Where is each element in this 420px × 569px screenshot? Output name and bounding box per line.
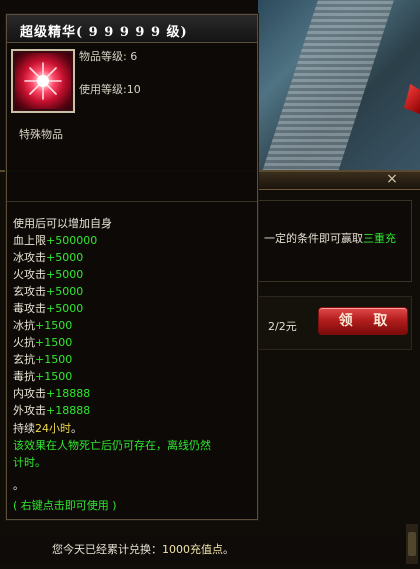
reward-quantity: 2/2元 <box>268 320 297 333</box>
stat-label: 毒攻击 <box>13 302 46 315</box>
use-level: 使用等级:10 <box>79 83 141 96</box>
effect-intro: 使用后可以增加自身 <box>13 217 112 230</box>
reward-description-text: 一定的条件即可赢取 <box>264 232 363 245</box>
tooltip-title-bar: 超级精华( 9 9 9 9 9 级) <box>7 15 257 43</box>
stat-row: 火抗+1500 <box>13 334 72 351</box>
stat-value: +18888 <box>46 387 91 400</box>
stat-label: 玄抗 <box>13 353 35 366</box>
persist-note-line-2: 计时。 <box>13 456 46 469</box>
stat-label: 冰抗 <box>13 319 35 332</box>
scrollbar-thumb[interactable] <box>408 532 416 556</box>
stat-row: 内攻击+18888 <box>13 385 90 402</box>
stat-value: +1500 <box>35 319 73 332</box>
separator-dot: 。 <box>13 479 24 492</box>
close-icon[interactable]: × <box>385 172 399 186</box>
exchange-total-prefix: 您今天已经累计兑换： <box>52 543 162 556</box>
duration-suffix: 。 <box>71 422 82 435</box>
stat-row: 玄攻击+5000 <box>13 283 83 300</box>
stat-label: 内攻击 <box>13 387 46 400</box>
stat-row: 冰抗+1500 <box>13 317 72 334</box>
claim-button[interactable]: 领 取 <box>318 307 408 335</box>
persist-note-line-1: 该效果在人物死亡后仍可存在，离线仍然 <box>13 439 211 452</box>
duration-line: 持续24小时。 <box>13 420 82 437</box>
stat-row: 血上限+500000 <box>13 232 97 249</box>
stat-row: 毒抗+1500 <box>13 368 72 385</box>
duration-prefix: 持续 <box>13 422 35 435</box>
stat-label: 冰攻击 <box>13 251 46 264</box>
stat-label: 外攻击 <box>13 404 46 417</box>
reward-description-highlight: 三重充 <box>363 232 396 245</box>
stat-value: +1500 <box>35 336 73 349</box>
stat-label: 毒抗 <box>13 370 35 383</box>
stat-value: +1500 <box>35 370 73 383</box>
tooltip-divider <box>7 201 257 202</box>
stat-label: 血上限 <box>13 234 46 247</box>
reward-description: 一定的条件即可赢取三重充 <box>264 230 396 246</box>
stat-row: 冰攻击+5000 <box>13 249 83 266</box>
usage-hint: ( 右键点击即可使用 ) <box>13 499 117 512</box>
duration-value: 24小时 <box>35 422 71 435</box>
stat-label: 火攻击 <box>13 268 46 281</box>
stat-value: +500000 <box>46 234 98 247</box>
item-icon-frame <box>11 49 75 113</box>
stat-row: 外攻击+18888 <box>13 402 90 419</box>
stat-value: +18888 <box>46 404 91 417</box>
item-category: 特殊物品 <box>19 128 63 141</box>
exchange-total-text: 您今天已经累计兑换：1000充值点。 <box>52 541 234 557</box>
exchange-total-suffix: 。 <box>223 543 234 556</box>
stat-value: +5000 <box>46 251 84 264</box>
exchange-total-amount: 1000充值点 <box>162 543 223 556</box>
stat-row: 火攻击+5000 <box>13 266 83 283</box>
item-level: 物品等级: 6 <box>79 50 138 63</box>
red-orb-icon <box>15 53 71 109</box>
stat-value: +5000 <box>46 302 84 315</box>
stat-row: 玄抗+1500 <box>13 351 72 368</box>
stat-label: 玄攻击 <box>13 285 46 298</box>
stat-value: +1500 <box>35 353 73 366</box>
item-tooltip: 超级精华( 9 9 9 9 9 级) 物品等级: 6 使用等级:10 特殊物品 … <box>6 14 258 520</box>
stat-row: 毒攻击+5000 <box>13 300 83 317</box>
stat-label: 火抗 <box>13 336 35 349</box>
stat-value: +5000 <box>46 268 84 281</box>
stat-value: +5000 <box>46 285 84 298</box>
item-name: 超级精华( 9 9 9 9 9 级) <box>20 25 188 40</box>
